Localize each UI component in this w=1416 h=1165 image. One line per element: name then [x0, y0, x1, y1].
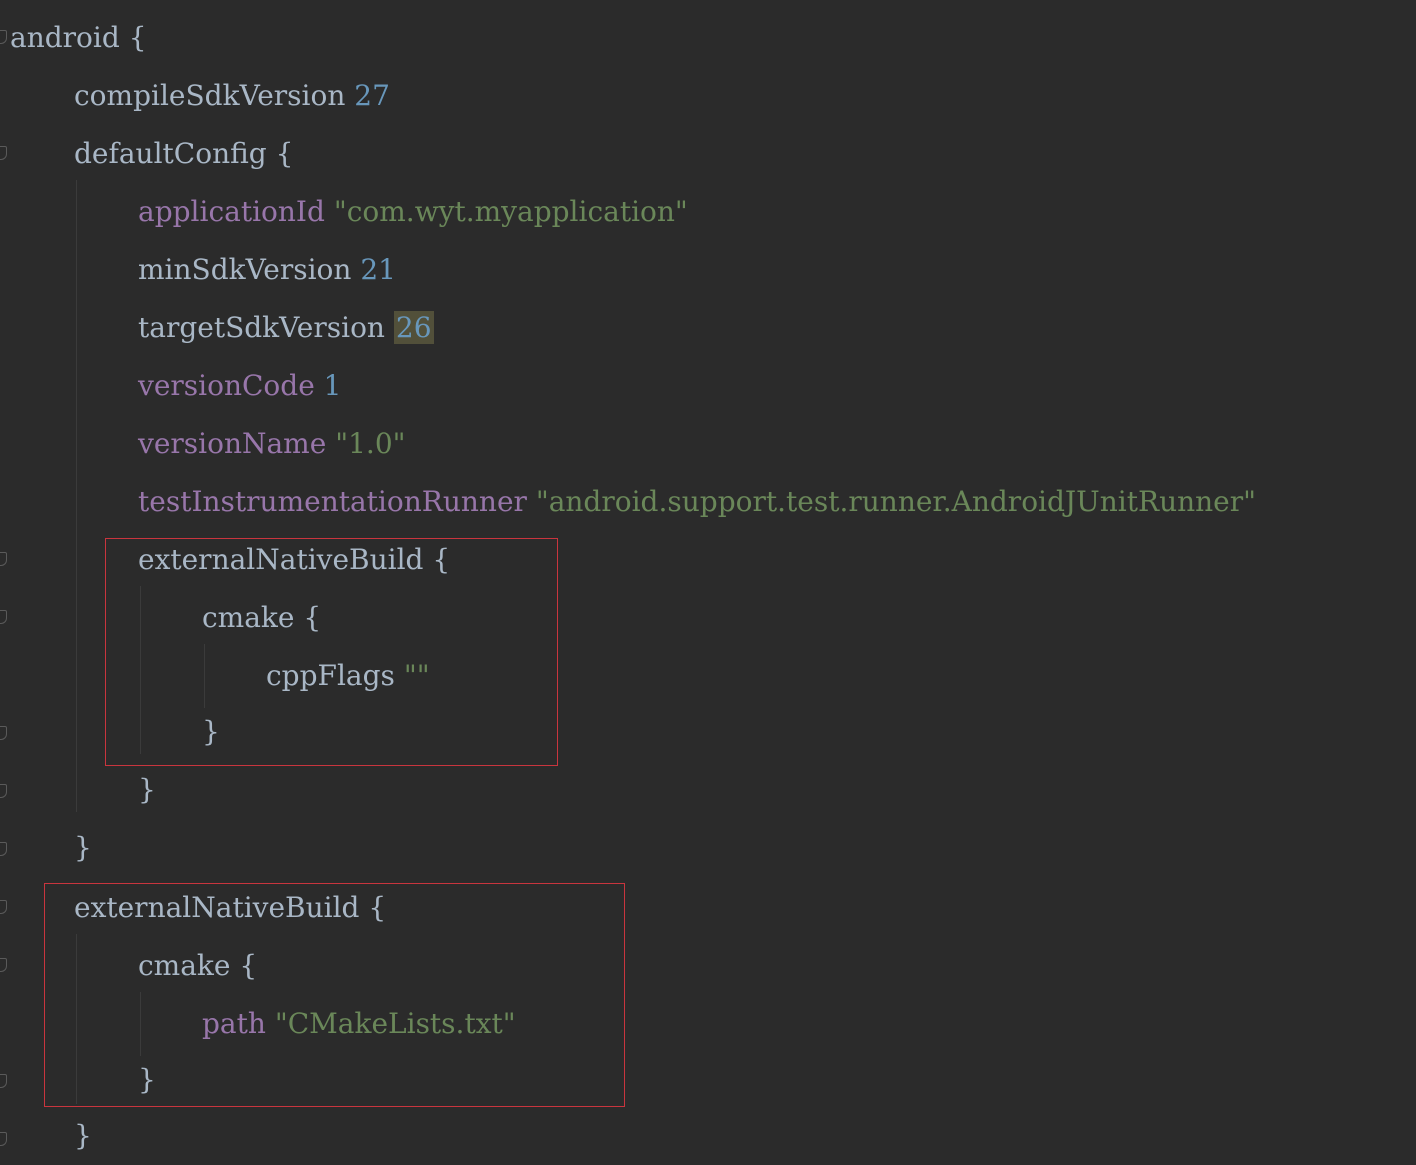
open-brace: {	[275, 137, 294, 170]
fold-marker-icon[interactable]	[0, 842, 7, 856]
fold-marker-icon[interactable]	[0, 900, 7, 914]
code-line-close-brace[interactable]: }	[74, 1107, 92, 1165]
fold-marker-icon[interactable]	[0, 1132, 7, 1146]
block-name: defaultConfig	[74, 137, 267, 170]
string-value: "com.wyt.myapplication"	[333, 195, 688, 228]
fold-marker-icon[interactable]	[0, 726, 7, 740]
open-brace: {	[128, 21, 147, 54]
code-editor[interactable]: android { compileSdkVersion 27 defaultCo…	[0, 0, 1416, 1152]
string-value: "1.0"	[335, 427, 406, 460]
property-name: minSdkVersion	[138, 253, 352, 286]
code-line-default-config[interactable]: defaultConfig {	[74, 125, 293, 183]
fold-marker-icon[interactable]	[0, 1074, 7, 1088]
fold-marker-icon[interactable]	[0, 784, 7, 798]
annotation-box-inner-external-native-build	[105, 538, 558, 766]
fold-marker-icon[interactable]	[0, 146, 7, 160]
code-line-android[interactable]: android {	[10, 9, 147, 67]
property-name: compileSdkVersion	[74, 79, 346, 112]
code-line-application-id[interactable]: applicationId "com.wyt.myapplication"	[138, 183, 688, 241]
indent-guide	[76, 180, 77, 812]
fold-marker-icon[interactable]	[0, 958, 7, 972]
code-line-test-instrumentation-runner[interactable]: testInstrumentationRunner "android.suppo…	[138, 473, 1256, 531]
fold-marker-icon[interactable]	[0, 610, 7, 624]
code-line-target-sdk-version[interactable]: targetSdkVersion 26	[138, 299, 434, 357]
fold-marker-icon[interactable]	[0, 30, 7, 44]
code-line-close-brace[interactable]: }	[74, 819, 92, 877]
property-name: targetSdkVersion	[138, 311, 385, 344]
code-line-version-name[interactable]: versionName "1.0"	[138, 415, 406, 473]
property-name: versionName	[138, 427, 327, 460]
code-line-version-code[interactable]: versionCode 1	[138, 357, 342, 415]
close-brace: }	[74, 831, 92, 864]
code-line-close-brace[interactable]: }	[138, 761, 156, 819]
number-value: 1	[323, 369, 342, 402]
code-line-compile-sdk-version[interactable]: compileSdkVersion 27	[74, 67, 390, 125]
number-value: 21	[360, 253, 396, 286]
highlighted-number-value: 26	[393, 311, 434, 344]
string-value: "android.support.test.runner.AndroidJUni…	[535, 485, 1257, 518]
property-name: applicationId	[138, 195, 325, 228]
close-brace: }	[74, 1119, 92, 1152]
number-value: 27	[354, 79, 390, 112]
annotation-box-outer-external-native-build	[44, 883, 625, 1107]
block-name: android	[10, 21, 120, 54]
close-brace: }	[138, 773, 156, 806]
property-name: versionCode	[138, 369, 315, 402]
fold-marker-icon[interactable]	[0, 552, 7, 566]
property-name: testInstrumentationRunner	[138, 485, 527, 518]
code-line-min-sdk-version[interactable]: minSdkVersion 21	[138, 241, 396, 299]
